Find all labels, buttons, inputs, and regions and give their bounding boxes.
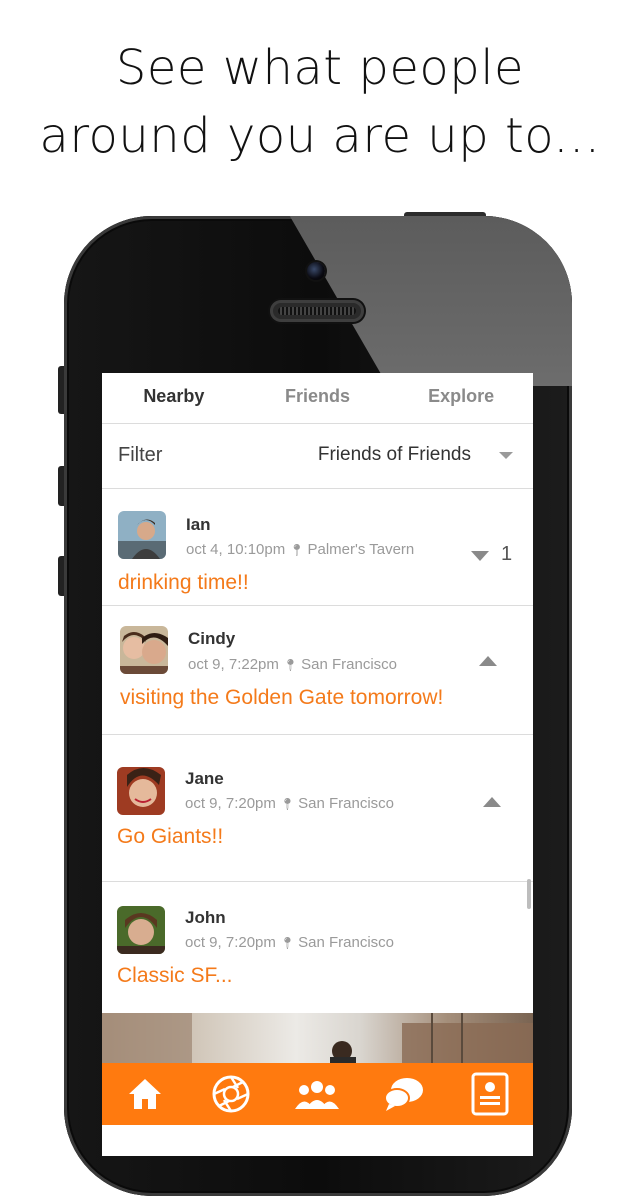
location-pin-icon: 📍︎ (282, 658, 299, 672)
tab-friends[interactable]: Friends (246, 373, 390, 423)
chat-bubbles-icon[interactable] (377, 1067, 431, 1121)
front-camera (307, 262, 325, 280)
post-photo[interactable] (102, 1013, 533, 1065)
chevron-down-icon[interactable] (499, 452, 513, 459)
post-date: oct 9, 7:20pm (185, 934, 276, 951)
post-author: John (185, 908, 226, 927)
app-screen: Nearby Friends Explore Filter Friends of… (102, 373, 533, 1156)
tab-explore[interactable]: Explore (389, 373, 533, 423)
home-icon[interactable] (118, 1067, 172, 1121)
avatar[interactable] (117, 767, 165, 815)
avatar[interactable] (120, 626, 168, 674)
top-tab-bar: Nearby Friends Explore (102, 373, 533, 424)
bottom-tab-bar (102, 1063, 533, 1125)
headline-line-2: around you are up to... (39, 108, 601, 164)
avatar[interactable] (118, 511, 166, 559)
feed-post[interactable]: John oct 9, 7:20pm 📍︎ San Francisco Classi… (102, 882, 533, 1013)
headline-line-1: See what people (115, 40, 525, 96)
post-author: Ian (186, 515, 211, 534)
post-location: San Francisco (298, 934, 394, 951)
location-pin-icon: 📍︎ (289, 543, 305, 557)
post-author: Jane (185, 769, 224, 788)
post-author: Cindy (188, 629, 236, 648)
street-photo-image (102, 1013, 533, 1065)
post-location: San Francisco (301, 656, 397, 673)
location-pin-icon: 📍︎ (279, 797, 296, 811)
post-date: oct 9, 7:22pm (188, 656, 279, 673)
feed-post[interactable]: Ian oct 4, 10:10pm 📍︎ Palmer's Tavern drin… (102, 489, 533, 606)
post-date: oct 9, 7:20pm (185, 795, 276, 812)
post-text: Classic SF... (117, 964, 233, 987)
post-location: San Francisco (298, 795, 394, 812)
avatar[interactable] (117, 906, 165, 954)
upvote-arrow-icon[interactable] (483, 797, 501, 807)
post-meta: oct 9, 7:20pm 📍︎ San Francisco (185, 934, 394, 951)
post-text: visiting the Golden Gate tomorrow! (120, 686, 444, 709)
feed-post[interactable]: Jane oct 9, 7:20pm 📍︎ San Francisco Go Gia… (102, 735, 533, 882)
people-icon[interactable] (290, 1067, 344, 1121)
upvote-arrow-icon[interactable] (479, 656, 497, 666)
earpiece-speaker (270, 300, 364, 322)
feed-scrollbar[interactable] (527, 879, 531, 909)
tab-nearby[interactable]: Nearby (102, 373, 246, 423)
filter-dropdown-value[interactable]: Friends of Friends (318, 444, 471, 466)
post-text: drinking time!! (118, 571, 249, 594)
filter-label: Filter (118, 444, 163, 466)
downvote-arrow-icon[interactable] (471, 551, 489, 561)
post-meta: oct 9, 7:22pm 📍︎ San Francisco (188, 656, 397, 673)
vote-count: 1 (501, 543, 513, 565)
profile-card-icon[interactable] (463, 1067, 517, 1121)
filter-row[interactable]: Filter Friends of Friends (102, 424, 533, 489)
post-location: Palmer's Tavern (307, 541, 415, 558)
promo-headline: See what people around you are up to... (0, 34, 640, 170)
camera-aperture-icon[interactable] (204, 1067, 258, 1121)
post-text: Go Giants!! (117, 825, 224, 848)
location-pin-icon: 📍︎ (279, 936, 296, 950)
post-meta: oct 4, 10:10pm 📍︎ Palmer's Tavern (186, 541, 414, 558)
post-date: oct 4, 10:10pm (186, 541, 286, 558)
post-meta: oct 9, 7:20pm 📍︎ San Francisco (185, 795, 394, 812)
feed-post[interactable]: Cindy oct 9, 7:22pm 📍︎ San Francisco visit… (102, 606, 533, 735)
